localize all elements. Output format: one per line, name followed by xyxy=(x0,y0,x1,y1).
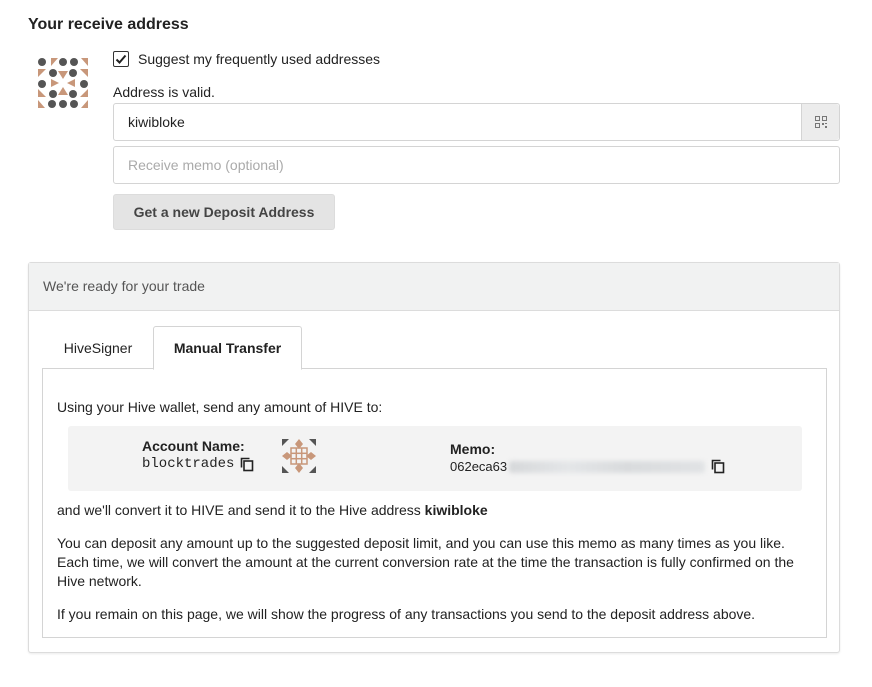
deposit-info-text: You can deposit any amount up to the sug… xyxy=(57,535,794,589)
copy-icon[interactable] xyxy=(240,457,254,472)
suggest-addresses-row[interactable]: Suggest my frequently used addresses xyxy=(113,51,380,67)
convert-text: and we'll convert it to HIVE and send it… xyxy=(57,501,488,520)
receive-address-input[interactable] xyxy=(114,104,801,140)
memo-value: 062eca63 xyxy=(450,459,508,474)
manual-transfer-content: Using your Hive wallet, send any amount … xyxy=(42,368,827,638)
receive-memo-input[interactable] xyxy=(113,146,840,184)
suggest-addresses-checkbox[interactable] xyxy=(113,51,129,67)
account-name-row: blocktrades xyxy=(142,456,254,472)
account-name-value: blocktrades xyxy=(142,456,235,472)
memo-row: 062eca63 xyxy=(450,459,725,474)
memo-blurred-section xyxy=(509,460,706,473)
address-field-group xyxy=(113,103,840,141)
account-name-label: Account Name: xyxy=(142,438,245,454)
account-identicon xyxy=(282,439,316,473)
trade-panel: We're ready for your trade HiveSigner Ma… xyxy=(28,262,840,653)
convert-text-body: and we'll convert it to HIVE and send it… xyxy=(57,502,425,518)
transfer-details-box: Account Name: blocktrades Memo: 062eca63 xyxy=(68,426,802,491)
address-valid-message: Address is valid. xyxy=(113,84,215,100)
qr-scan-button[interactable] xyxy=(801,104,839,140)
tab-hivesigner[interactable]: HiveSigner xyxy=(43,326,153,370)
memo-label: Memo: xyxy=(450,441,496,457)
qr-code-icon xyxy=(814,116,827,128)
receive-address-title: Your receive address xyxy=(28,16,189,33)
copy-icon[interactable] xyxy=(711,459,725,474)
get-deposit-address-button[interactable]: Get a new Deposit Address xyxy=(113,194,335,230)
tab-manual-transfer[interactable]: Manual Transfer xyxy=(153,326,302,370)
suggest-addresses-label: Suggest my frequently used addresses xyxy=(138,51,381,67)
checkmark-icon xyxy=(115,54,127,64)
convert-address: kiwibloke xyxy=(424,502,488,518)
trade-panel-header: We're ready for your trade xyxy=(29,263,839,311)
progress-info-text: If you remain on this page, we will show… xyxy=(57,606,756,622)
transfer-intro-text: Using your Hive wallet, send any amount … xyxy=(57,399,383,415)
user-identicon xyxy=(38,58,88,108)
